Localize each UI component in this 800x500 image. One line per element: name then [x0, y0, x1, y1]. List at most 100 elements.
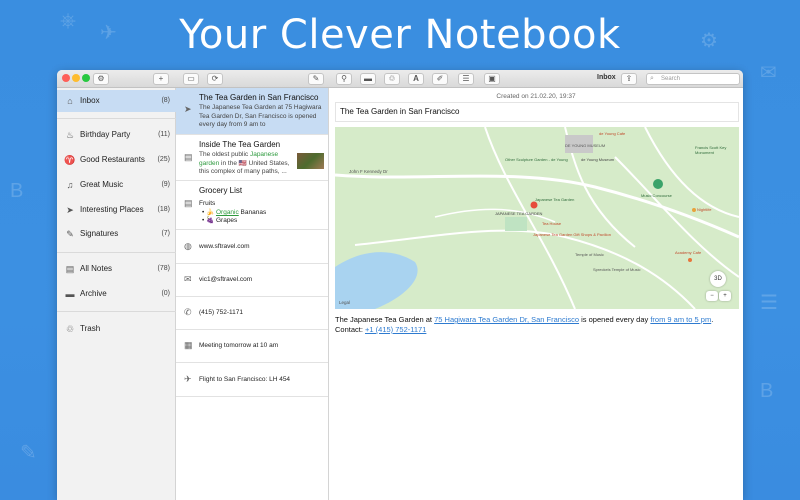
note-item-tea-garden[interactable]: ➤ The Tea Garden in San Francisco The Ja… [176, 88, 328, 135]
note-item-flight[interactable]: ✈ Flight to San Francisco: LH 454 [176, 363, 328, 397]
search-input[interactable]: ⌕ Search [646, 73, 740, 85]
note-title-field[interactable]: The Tea Garden in San Francisco [335, 102, 739, 122]
note-text: www.sftravel.com [199, 243, 250, 250]
music-note-icon: ♫ [66, 180, 74, 190]
airplane-icon: ✈ [184, 374, 192, 384]
minimize-window-button[interactable] [72, 74, 80, 82]
note-title: Inside The Tea Garden [199, 140, 281, 149]
sidebar-item-count: (78) [157, 265, 170, 272]
map-zoom-in-button[interactable]: + [719, 291, 731, 301]
font-icon[interactable]: A [408, 73, 424, 85]
envelope-icon: ✉ [184, 274, 192, 284]
sidebar-item-count: (0) [161, 290, 170, 297]
note-line: • 🍌 Organic Bananas [202, 209, 267, 216]
sidebar-item-label: All Notes [80, 264, 113, 273]
sidebar-item-good-restaurants[interactable]: ♈ Good Restaurants (25) [57, 149, 176, 171]
map-label: Tea House [542, 221, 562, 226]
divider [57, 118, 176, 119]
list-icon[interactable]: ☰ [458, 73, 474, 85]
map-label: de Young Museum [581, 157, 615, 162]
map-label: Academy Cafe [675, 250, 702, 255]
inbox-icon: ⌂ [67, 96, 73, 106]
archive-icon[interactable]: ▬ [360, 73, 376, 85]
map-view[interactable]: de Young Cafe DE YOUNG MUSEUM de Young M… [335, 127, 739, 309]
sidebar-item-inbox[interactable]: ⌂ Inbox (8) [57, 90, 176, 112]
sidebar-item-label: Inbox [80, 96, 100, 105]
zoom-window-button[interactable] [82, 74, 90, 82]
search-placeholder: Search [661, 76, 681, 82]
brush-icon[interactable]: ✐ [432, 73, 448, 85]
hero-title: Your Clever Notebook [179, 12, 621, 58]
sidebar-item-count: (9) [161, 181, 170, 188]
map-road-label: John F Kennedy Dr [349, 169, 388, 174]
tea-garden-thumbnail [297, 153, 324, 169]
map-legal: Legal [339, 300, 351, 305]
sidebar: ⌂ Inbox (8) ♨ Birthday Party (11) ♈ Good… [57, 88, 176, 500]
divider [57, 252, 176, 253]
sidebar-item-label: Archive [80, 289, 107, 298]
location-arrow-icon: ➤ [184, 104, 192, 114]
sidebar-item-archive[interactable]: ▬ Archive (0) [57, 283, 176, 305]
phone-link[interactable]: +1 (415) 752-1171 [365, 325, 426, 334]
map-label: Francis Scott Key Monument [695, 145, 727, 155]
gear-icon[interactable]: ⚙ [93, 73, 109, 85]
sidebar-item-label: Great Music [80, 180, 124, 189]
note-item-inside-tea-garden[interactable]: ▤ Inside The Tea Garden The oldest publi… [176, 135, 328, 181]
note-text: (415) 752-1171 [199, 309, 243, 316]
note-title: The Tea Garden in San Francisco [199, 93, 319, 102]
note-preview: The Japanese Tea Garden at 75 Hagiwara T… [199, 104, 322, 128]
hours-link[interactable]: from 9 am to 5 pm [650, 315, 711, 324]
note-body[interactable]: The Japanese Tea Garden at 75 Hagiwara T… [335, 315, 739, 335]
sidebar-item-count: (8) [161, 97, 170, 104]
sidebar-item-label: Good Restaurants [80, 155, 145, 164]
note-text: Meeting tomorrow at 10 am [199, 342, 279, 349]
trash-icon[interactable]: ♲ [384, 73, 400, 85]
sidebar-item-count: (25) [157, 156, 170, 163]
sidebar-item-birthday-party[interactable]: ♨ Birthday Party (11) [57, 124, 176, 146]
created-date: Created on 21.02.20, 19:37 [496, 93, 576, 100]
sidebar-item-label: Signatures [80, 229, 119, 238]
close-window-button[interactable] [62, 74, 70, 82]
new-note-icon[interactable]: ✎ [308, 73, 324, 85]
add-notebook-button[interactable]: + [153, 73, 169, 85]
map-label: Japanese Tea Garden [535, 197, 575, 202]
image-icon[interactable]: ▣ [484, 73, 500, 85]
map-3d-button[interactable]: 3D [710, 271, 726, 287]
decor-icon: ✎ [20, 442, 37, 464]
map-label: Music Concourse [641, 193, 672, 198]
note-item-website[interactable]: ◍ www.sftravel.com [176, 230, 328, 264]
map-label: DE YOUNG MUSEUM [565, 143, 606, 148]
address-link[interactable]: 75 Hagiwara Tea Garden Dr, San Francisco [434, 315, 579, 324]
note-line: • 🍇 Grapes [202, 217, 238, 224]
map-label: Other Sculpture Garden - de Young [505, 157, 568, 162]
concourse-marker [653, 179, 663, 189]
note-item-email[interactable]: ✉ vic1@sftravel.com [176, 264, 328, 297]
sidebar-item-all-notes[interactable]: ▤ All Notes (78) [57, 258, 176, 280]
note-item-meeting[interactable]: ▦ Meeting tomorrow at 10 am [176, 330, 328, 363]
sidebar-item-count: (18) [157, 206, 170, 213]
poi-marker [692, 208, 696, 212]
note-text: Flight to San Francisco: LH 454 [199, 376, 291, 383]
decor-icon: ✉ [760, 62, 777, 84]
sidebar-item-great-music[interactable]: ♫ Great Music (9) [57, 174, 176, 196]
sync-icon[interactable]: ⟳ [207, 73, 223, 85]
note-item-phone[interactable]: ✆ (415) 752-1171 [176, 297, 328, 330]
trash-icon: ♲ [65, 324, 75, 334]
share-icon[interactable]: ⇪ [621, 73, 637, 85]
folder-icon[interactable]: ▭ [183, 73, 199, 85]
document-icon: ▤ [184, 198, 193, 208]
sidebar-item-interesting-places[interactable]: ➤ Interesting Places (18) [57, 199, 176, 221]
divider [57, 311, 176, 312]
note-preview: The oldest public Japanese garden in the… [199, 151, 290, 175]
pen-icon: ✎ [66, 229, 74, 239]
sidebar-item-trash[interactable]: ♲ Trash [57, 318, 176, 340]
map-label: Temple of Music [575, 252, 604, 257]
note-item-grocery-list[interactable]: ▤ Grocery List Fruits • 🍌 Organic Banana… [176, 181, 328, 230]
map-zoom-out-button[interactable]: − [706, 291, 718, 301]
document-icon: ▤ [184, 152, 193, 162]
map-label: Japanese Tea Garden Gift Shops & Pavilio… [533, 232, 611, 237]
search-icon: ⌕ [650, 75, 654, 82]
pin-icon[interactable]: ⚲ [336, 73, 352, 85]
map-label: JAPANESE TEA GARDEN [495, 211, 543, 216]
sidebar-item-signatures[interactable]: ✎ Signatures (7) [57, 223, 176, 245]
